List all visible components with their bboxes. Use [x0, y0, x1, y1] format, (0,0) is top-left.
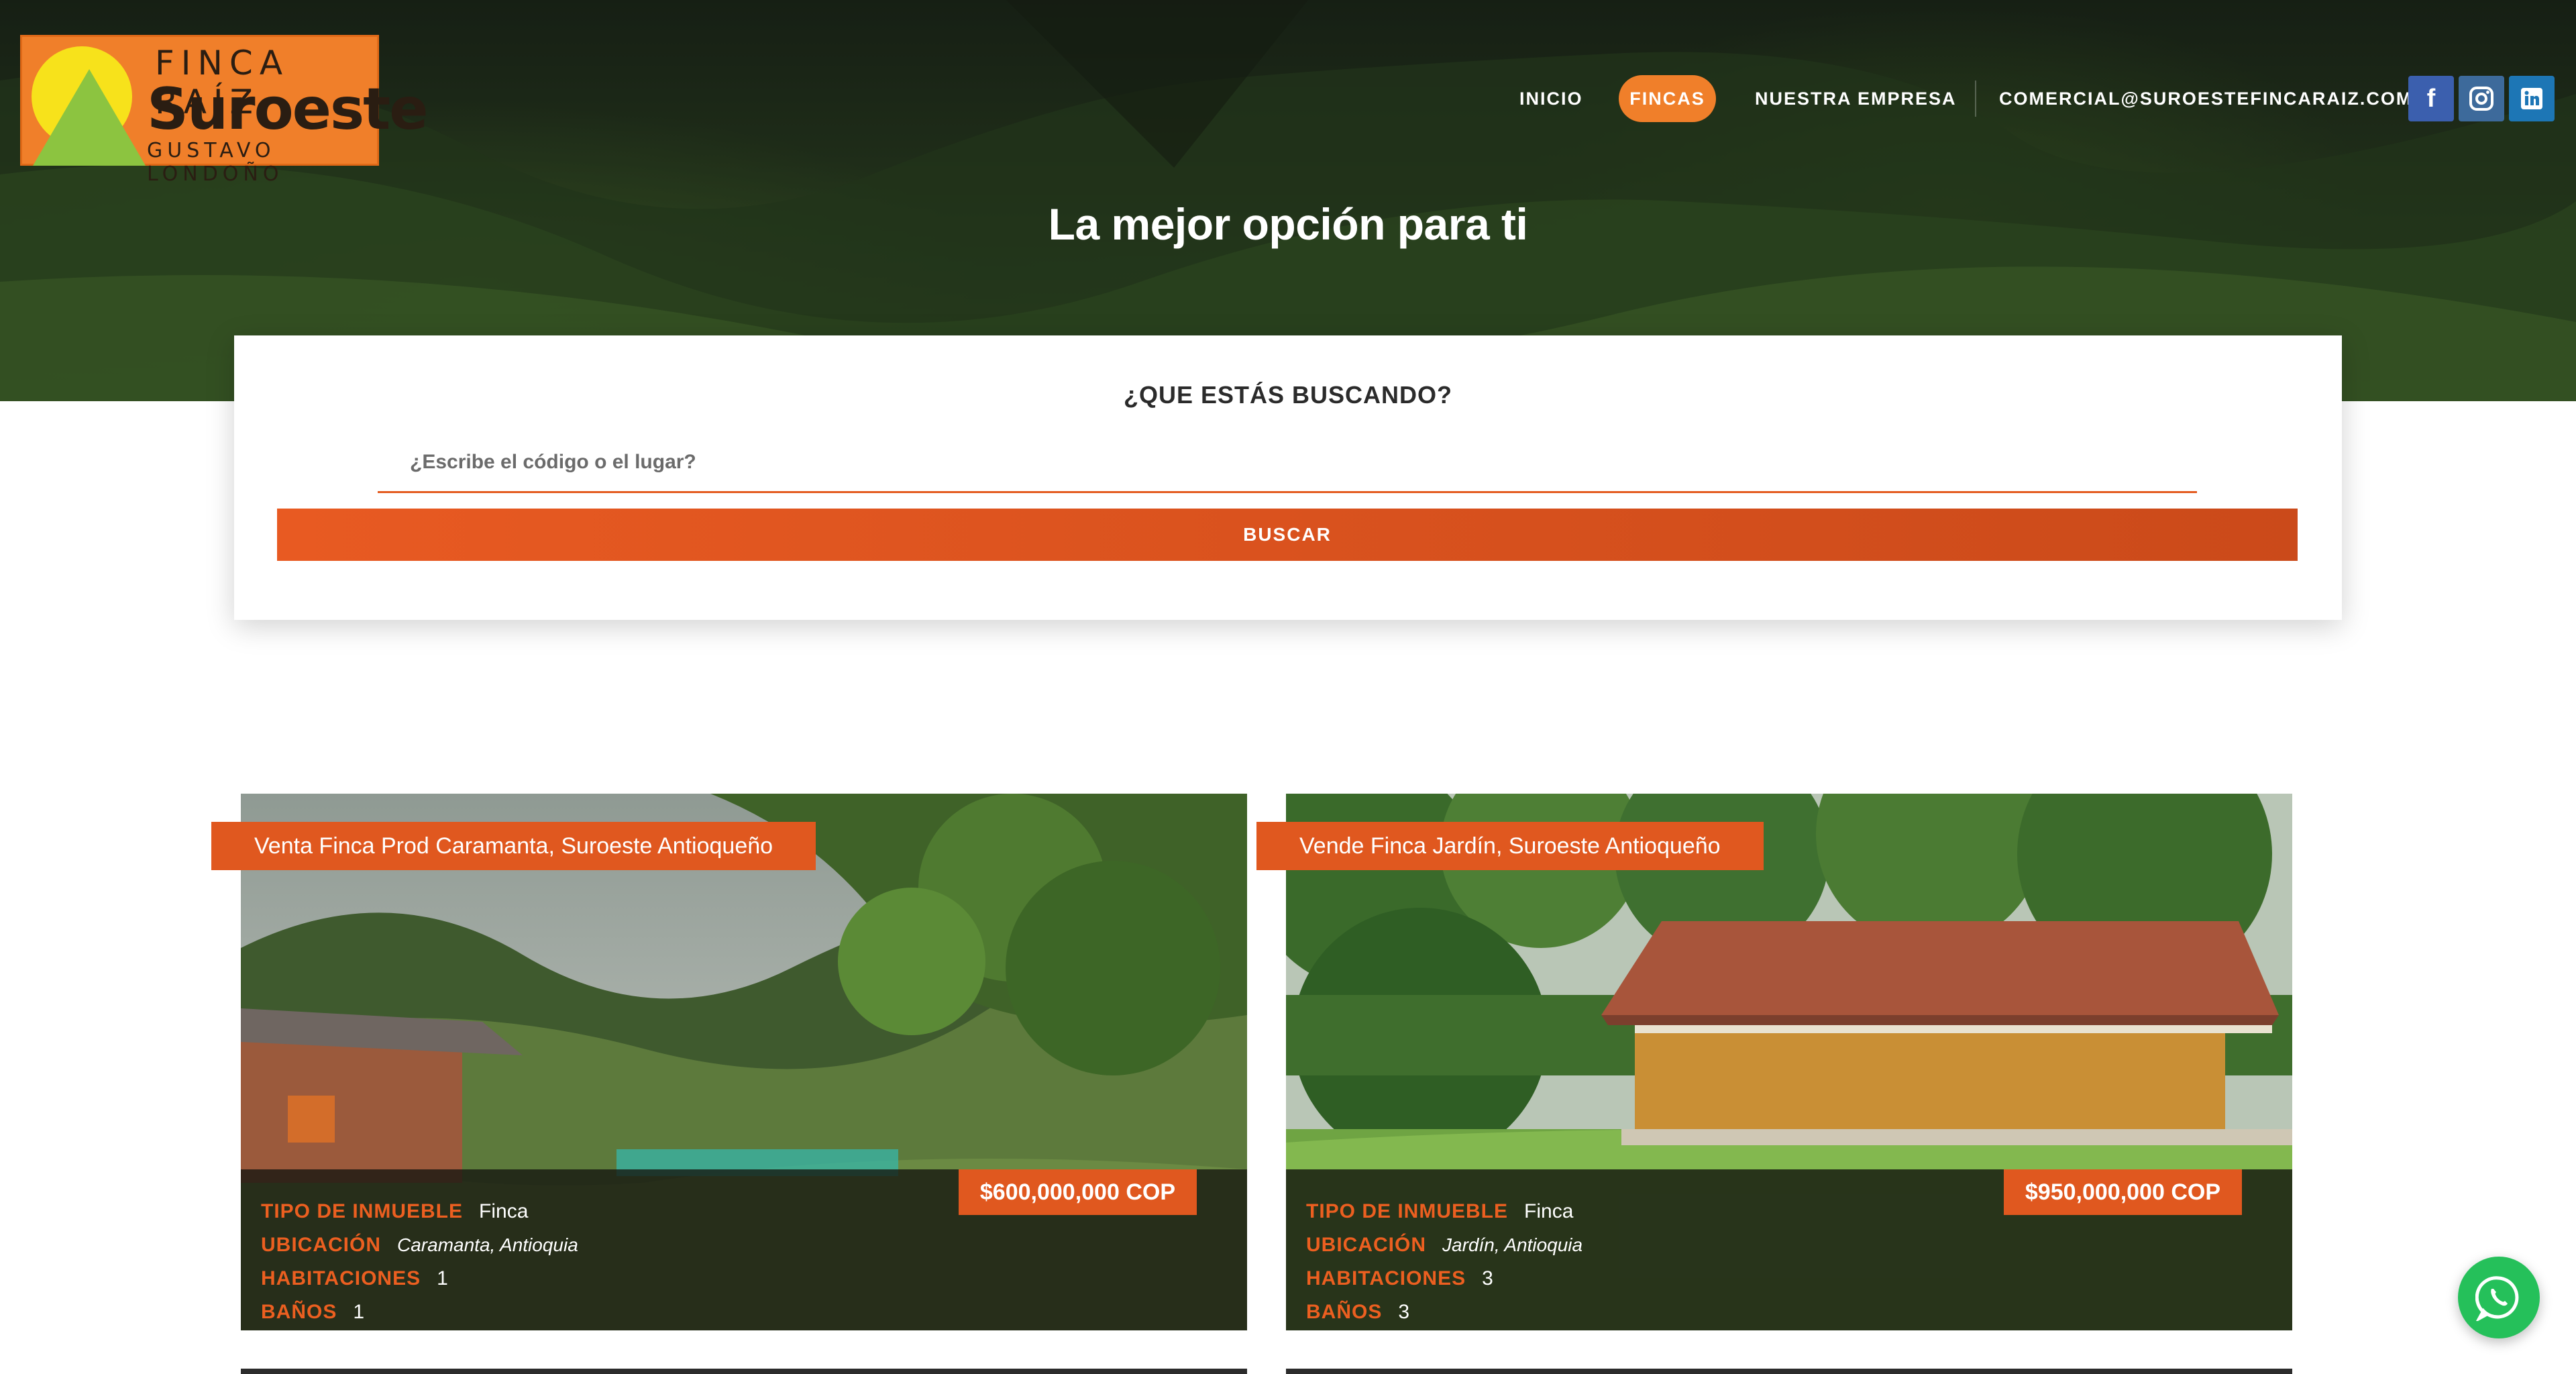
next-listing-edge	[241, 1369, 1247, 1374]
detail-value: 3	[1482, 1267, 1493, 1289]
detail-label: HABITACIONES	[1306, 1267, 1466, 1289]
detail-label: UBICACIÓN	[261, 1234, 381, 1256]
search-heading: ¿QUE ESTÁS BUSCANDO?	[1123, 381, 1453, 409]
detail-label: TIPO DE INMUEBLE	[1306, 1200, 1509, 1222]
detail-location: UBICACIÓN Jardín, Antioquia	[1306, 1234, 1582, 1257]
detail-label: BAÑOS	[261, 1301, 337, 1323]
detail-value: Finca	[479, 1200, 529, 1222]
facebook-icon: f	[2426, 84, 2436, 113]
nav-divider	[1975, 81, 1976, 117]
nav-nuestra-empresa[interactable]: NUESTRA EMPRESA	[1755, 75, 1957, 122]
listing-title[interactable]: Venta Finca Prod Caramanta, Suroeste Ant…	[211, 822, 816, 870]
instagram-icon	[2469, 87, 2493, 111]
listing-card[interactable]: Venta Finca Prod Caramanta, Suroeste Ant…	[211, 794, 1247, 1330]
whatsapp-button[interactable]	[2458, 1257, 2540, 1338]
listing-title[interactable]: Vende Finca Jardín, Suroeste Antioqueño	[1256, 822, 1764, 870]
detail-label: UBICACIÓN	[1306, 1234, 1426, 1256]
detail-bathrooms: BAÑOS 1	[261, 1301, 364, 1324]
search-input[interactable]	[378, 433, 2197, 493]
nav-fincas[interactable]: FINCAS	[1619, 75, 1716, 122]
detail-rooms: HABITACIONES 1	[261, 1267, 448, 1290]
listing-price: $600,000,000 COP	[958, 1169, 1197, 1215]
search-button[interactable]: BUSCAR	[277, 509, 2298, 561]
detail-type: TIPO DE INMUEBLE Finca	[261, 1200, 528, 1223]
detail-location: UBICACIÓN Caramanta, Antioquia	[261, 1234, 578, 1257]
logo-line-3: GUSTAVO LONDOÑO	[147, 139, 284, 186]
detail-value: 1	[353, 1301, 365, 1323]
search-panel: ¿QUE ESTÁS BUSCANDO? BUSCAR	[234, 335, 2342, 620]
detail-label: TIPO DE INMUEBLE	[261, 1200, 464, 1222]
next-listing-edge	[1286, 1369, 2292, 1374]
detail-value: Jardín, Antioquia	[1442, 1234, 1583, 1255]
listing-price: $950,000,000 COP	[2003, 1169, 2242, 1215]
detail-label: BAÑOS	[1306, 1301, 1383, 1323]
detail-rooms: HABITACIONES 3	[1306, 1267, 1493, 1290]
detail-value: Caramanta, Antioquia	[397, 1234, 578, 1255]
whatsapp-icon	[2475, 1276, 2519, 1321]
detail-value: 1	[437, 1267, 448, 1289]
instagram-button[interactable]	[2459, 76, 2504, 121]
nav-inicio[interactable]: INICIO	[1519, 75, 1583, 122]
facebook-button[interactable]: f	[2408, 76, 2454, 121]
linkedin-button[interactable]	[2509, 76, 2555, 121]
listing-card[interactable]: Vende Finca Jardín, Suroeste Antioqueño …	[1256, 794, 2292, 1330]
linkedin-icon	[2521, 88, 2542, 109]
detail-bathrooms: BAÑOS 3	[1306, 1301, 1409, 1324]
main-nav: INICIO FINCAS NUESTRA EMPRESA COMERCIAL@…	[0, 75, 2576, 122]
hero-title: La mejor opción para ti	[1048, 199, 1528, 249]
detail-value: 3	[1398, 1301, 1410, 1323]
detail-value: Finca	[1524, 1200, 1574, 1222]
nav-email[interactable]: COMERCIAL@SUROESTEFINCARAIZ.COM	[1999, 75, 2412, 122]
detail-label: HABITACIONES	[261, 1267, 421, 1289]
detail-type: TIPO DE INMUEBLE Finca	[1306, 1200, 1573, 1223]
